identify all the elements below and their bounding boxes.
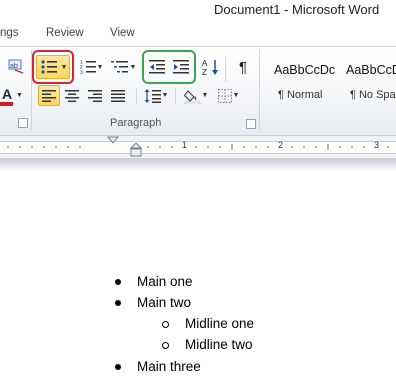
list-item[interactable]: Midline one bbox=[185, 316, 254, 331]
font-group-launcher-icon[interactable] bbox=[18, 118, 28, 128]
multilevel-dropdown-icon: ▼ bbox=[129, 63, 137, 71]
ruler-number: 3 bbox=[374, 140, 380, 150]
paragraph-group-label: Paragraph bbox=[110, 117, 162, 129]
style-normal-tile[interactable]: AaBbCcDc ¶ Normal bbox=[268, 56, 340, 106]
left-indent-marker[interactable] bbox=[130, 148, 142, 157]
bullet-disc-icon bbox=[115, 300, 121, 306]
decrease-indent-icon bbox=[149, 60, 165, 74]
numbering-button[interactable]: 1 2 3 ▼ bbox=[76, 56, 106, 78]
shading-dropdown-icon: ▼ bbox=[201, 92, 209, 99]
bullets-icon bbox=[40, 60, 57, 74]
indent-markers[interactable] bbox=[104, 136, 144, 160]
group-separator bbox=[225, 56, 226, 82]
font-color-button[interactable]: A ▼ bbox=[0, 86, 24, 106]
bullet-disc-icon bbox=[115, 279, 121, 285]
ruler-ticks bbox=[7, 144, 389, 150]
bullet-circle-icon bbox=[162, 342, 169, 349]
list-item[interactable]: Main three bbox=[137, 359, 201, 374]
group-separator bbox=[175, 88, 176, 104]
borders-button[interactable]: ▼ bbox=[214, 85, 242, 106]
tab-mailings-partial[interactable]: ngs bbox=[0, 27, 19, 39]
list-item[interactable]: Main two bbox=[137, 295, 191, 310]
bullet-disc-icon bbox=[115, 364, 121, 370]
align-center-icon bbox=[65, 89, 79, 102]
paint-bucket-icon bbox=[183, 89, 200, 104]
bullets-dropdown-icon: ▼ bbox=[60, 63, 68, 71]
ruler-number: 2 bbox=[278, 140, 284, 150]
style-normal-sample: AaBbCcDc bbox=[274, 63, 336, 77]
font-color-a-glyph: A bbox=[2, 86, 13, 102]
group-separator bbox=[259, 50, 260, 130]
style-normal-name: ¶ Normal bbox=[278, 89, 323, 101]
show-hide-marks-button[interactable]: ¶ bbox=[232, 56, 254, 78]
numbering-dropdown-icon: ▼ bbox=[96, 63, 104, 71]
svg-text:Z: Z bbox=[202, 68, 207, 77]
font-color-swatch bbox=[0, 102, 13, 106]
shading-button[interactable]: ▼ bbox=[182, 85, 210, 106]
multilevel-list-icon bbox=[110, 61, 128, 73]
style-no-spacing-sample: AaBbCcD bbox=[346, 63, 396, 77]
first-line-indent-marker[interactable] bbox=[106, 136, 120, 144]
ruler-number: 1 bbox=[182, 140, 188, 150]
align-center-button[interactable] bbox=[61, 85, 83, 106]
group-separator bbox=[136, 88, 137, 104]
window-title: Document1 - Microsoft Word bbox=[214, 2, 380, 17]
borders-icon bbox=[217, 88, 232, 103]
align-right-button[interactable] bbox=[84, 85, 106, 106]
justify-icon bbox=[111, 89, 125, 102]
paragraph-group-launcher-icon[interactable] bbox=[246, 119, 256, 129]
svg-text:A: A bbox=[202, 59, 208, 68]
hanging-indent-marker[interactable] bbox=[129, 142, 143, 149]
align-left-icon bbox=[42, 89, 56, 102]
bullets-button[interactable]: ▼ bbox=[36, 55, 70, 79]
multilevel-list-button[interactable]: ▼ bbox=[108, 56, 138, 78]
tab-review[interactable]: Review bbox=[46, 27, 84, 39]
svg-text:ab: ab bbox=[10, 63, 18, 70]
bullet-circle-icon bbox=[162, 321, 169, 328]
list-item[interactable]: Main one bbox=[137, 274, 193, 289]
align-right-icon bbox=[88, 89, 102, 102]
list-item[interactable]: Midline two bbox=[185, 337, 253, 352]
svg-text:3: 3 bbox=[80, 70, 83, 76]
line-spacing-button[interactable]: ▼ bbox=[142, 85, 170, 106]
line-spacing-icon bbox=[144, 88, 161, 103]
sort-button[interactable]: A Z bbox=[200, 56, 222, 78]
tab-view[interactable]: View bbox=[110, 27, 135, 39]
clear-formatting-icon: ab bbox=[8, 59, 24, 74]
pilcrow-icon: ¶ bbox=[238, 58, 248, 76]
borders-dropdown-icon: ▼ bbox=[232, 92, 240, 99]
decrease-indent-button[interactable] bbox=[146, 56, 168, 78]
font-color-dropdown-icon: ▼ bbox=[16, 92, 23, 99]
style-no-spacing-name: ¶ No Spaci bbox=[350, 89, 396, 101]
increase-indent-icon bbox=[173, 60, 189, 74]
line-spacing-dropdown-icon: ▼ bbox=[161, 92, 169, 99]
justify-button[interactable] bbox=[107, 85, 129, 106]
sort-icon: A Z bbox=[202, 59, 218, 77]
increase-indent-button[interactable] bbox=[170, 56, 192, 78]
clear-formatting-button[interactable]: ab bbox=[6, 56, 26, 76]
numbering-icon: 1 2 3 bbox=[80, 60, 96, 76]
align-left-button[interactable] bbox=[38, 85, 60, 106]
document-top-shadow bbox=[0, 159, 396, 171]
style-no-spacing-tile[interactable]: AaBbCcD ¶ No Spaci bbox=[340, 56, 396, 106]
